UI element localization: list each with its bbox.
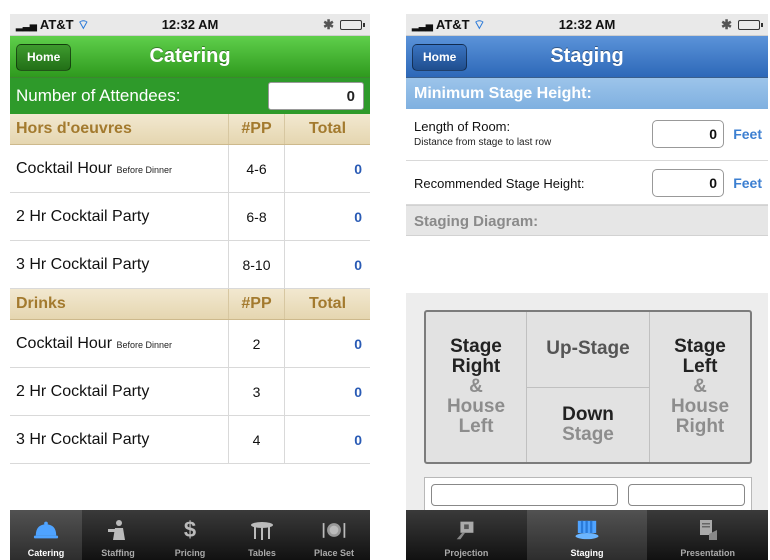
tab-label: Staffing — [101, 548, 135, 558]
item-name: 3 Hr Cocktail Party — [16, 256, 150, 273]
bluetooth-icon: ✱ — [323, 17, 334, 32]
page-title: Catering — [149, 45, 231, 67]
table-row[interactable]: 2 Hr Cocktail Party 6-8 0 — [10, 193, 370, 241]
platform-box[interactable] — [627, 484, 745, 506]
tab-bar: Catering Staffing $ Pricing Tables Place… — [10, 510, 370, 560]
tab-staging[interactable]: Staging — [526, 510, 648, 560]
tab-label: Projection — [444, 548, 489, 558]
item-name: Cocktail Hour — [16, 160, 113, 177]
tab-presentation[interactable]: Presentation — [647, 510, 768, 560]
cloche-icon — [33, 517, 59, 543]
battery-icon — [738, 20, 763, 30]
clock: 12:32 AM — [161, 17, 219, 32]
section-header-hors-doeuvres: Hors d'oeuvres #PP Total — [10, 114, 370, 145]
bluetooth-icon: ✱ — [721, 17, 732, 32]
tab-staffing[interactable]: Staffing — [82, 510, 154, 560]
tab-pricing[interactable]: $ Pricing — [154, 510, 226, 560]
column-header-pp: #PP — [228, 114, 284, 144]
item-total[interactable]: 0 — [284, 193, 370, 240]
clock: 12:32 AM — [558, 17, 616, 32]
platform-box[interactable] — [431, 484, 618, 506]
item-total[interactable]: 0 — [284, 145, 370, 192]
tab-label: Catering — [27, 548, 65, 558]
item-pp: 4-6 — [228, 145, 284, 192]
up-stage[interactable]: Up-Stage — [527, 312, 649, 388]
item-name: 2 Hr Cocktail Party — [16, 383, 150, 400]
tab-projection[interactable]: Projection — [406, 510, 527, 560]
table-row[interactable]: 3 Hr Cocktail Party 8-10 0 — [10, 241, 370, 289]
item-name: 3 Hr Cocktail Party — [16, 431, 150, 448]
table-row[interactable]: Cocktail Hour Before Dinner 4-6 0 — [10, 145, 370, 193]
attendees-label: Number of Attendees: — [16, 86, 181, 105]
nav-bar: Home Staging — [406, 36, 768, 78]
length-unit: Feet — [733, 126, 762, 142]
column-header-total: Total — [284, 114, 370, 144]
item-pp: 8-10 — [228, 241, 284, 288]
tab-label: Staging — [570, 548, 604, 558]
item-pp: 6-8 — [228, 193, 284, 240]
stage-left-house-right[interactable]: Stage Left & House Right — [650, 312, 750, 462]
center-stage: Up-Stage Down Stage — [526, 312, 650, 462]
recommended-height-row: Recommended Stage Height: 0 Feet — [406, 161, 768, 205]
section-title: Drinks — [16, 295, 66, 312]
staff-icon — [105, 517, 131, 543]
item-pp: 2 — [228, 320, 284, 367]
length-of-room-sublabel: Distance from stage to last row — [414, 137, 552, 148]
attendees-input[interactable]: 0 — [268, 82, 364, 110]
column-header-pp: #PP — [228, 289, 284, 319]
table-row[interactable]: 2 Hr Cocktail Party 3 0 — [10, 368, 370, 416]
tab-tables[interactable]: Tables — [226, 510, 298, 560]
dollar-icon: $ — [183, 517, 197, 542]
length-of-room-input[interactable]: 0 — [652, 120, 724, 148]
section-header-drinks: Drinks #PP Total — [10, 289, 370, 320]
item-total[interactable]: 0 — [284, 320, 370, 367]
stage-icon — [574, 517, 600, 543]
tab-label: Tables — [248, 548, 276, 558]
place-setting-icon — [321, 517, 347, 543]
section-title: Hors d'oeuvres — [16, 120, 132, 137]
item-total[interactable]: 0 — [284, 416, 370, 463]
item-name: 2 Hr Cocktail Party — [16, 208, 150, 225]
item-name: Cocktail Hour — [16, 335, 113, 352]
min-stage-height-header: Minimum Stage Height: — [406, 78, 768, 109]
recommended-height-label: Recommended Stage Height: — [414, 176, 585, 191]
item-pp: 4 — [228, 416, 284, 463]
catering-screen: ▂▃▅ AT&T ⌔ 12:32 AM ✱ Home Catering Numb… — [10, 14, 370, 560]
table-row[interactable]: 3 Hr Cocktail Party 4 0 — [10, 416, 370, 464]
table-row[interactable]: Cocktail Hour Before Dinner 2 0 — [10, 320, 370, 368]
tab-bar: Projection Staging Presentation — [406, 510, 768, 560]
down-stage[interactable]: Down Stage — [527, 388, 649, 463]
item-total[interactable]: 0 — [284, 241, 370, 288]
length-of-room-row: Length of Room: Distance from stage to l… — [406, 109, 768, 161]
presentation-icon — [695, 517, 721, 543]
item-note: Before Dinner — [116, 165, 173, 175]
stage-diagram: Stage Right & House Left Up-Stage Down S… — [424, 310, 752, 464]
attendees-row: Number of Attendees: 0 — [10, 78, 370, 114]
item-pp: 3 — [228, 368, 284, 415]
tab-label: Presentation — [680, 548, 735, 558]
nav-bar: Home Catering — [10, 36, 370, 78]
staging-diagram-header: Staging Diagram: — [406, 205, 768, 236]
tab-place-set[interactable]: Place Set — [298, 510, 370, 560]
battery-icon — [340, 20, 365, 30]
recommended-height-value: 0 — [652, 169, 724, 197]
status-bar: ▂▃▅ AT&T ⌔ 12:32 AM ✱ — [10, 14, 370, 36]
tab-label: Place Set — [313, 548, 355, 558]
height-unit: Feet — [733, 175, 762, 191]
tab-catering[interactable]: Catering — [10, 510, 82, 560]
page-title: Staging — [550, 45, 624, 67]
tab-label: Pricing — [174, 548, 206, 558]
item-total[interactable]: 0 — [284, 368, 370, 415]
column-header-total: Total — [284, 289, 370, 319]
projector-icon — [453, 517, 479, 543]
table-icon — [249, 517, 275, 543]
staging-screen: ▂▃▅ AT&T ⌔ 12:32 AM ✱ Home Staging Minim… — [406, 14, 768, 560]
item-note: Before Dinner — [116, 340, 173, 350]
stage-right-house-left[interactable]: Stage Right & House Left — [426, 312, 526, 462]
length-of-room-label: Length of Room: — [414, 119, 511, 134]
status-bar: ▂▃▅ AT&T ⌔ 12:32 AM ✱ — [406, 14, 768, 36]
